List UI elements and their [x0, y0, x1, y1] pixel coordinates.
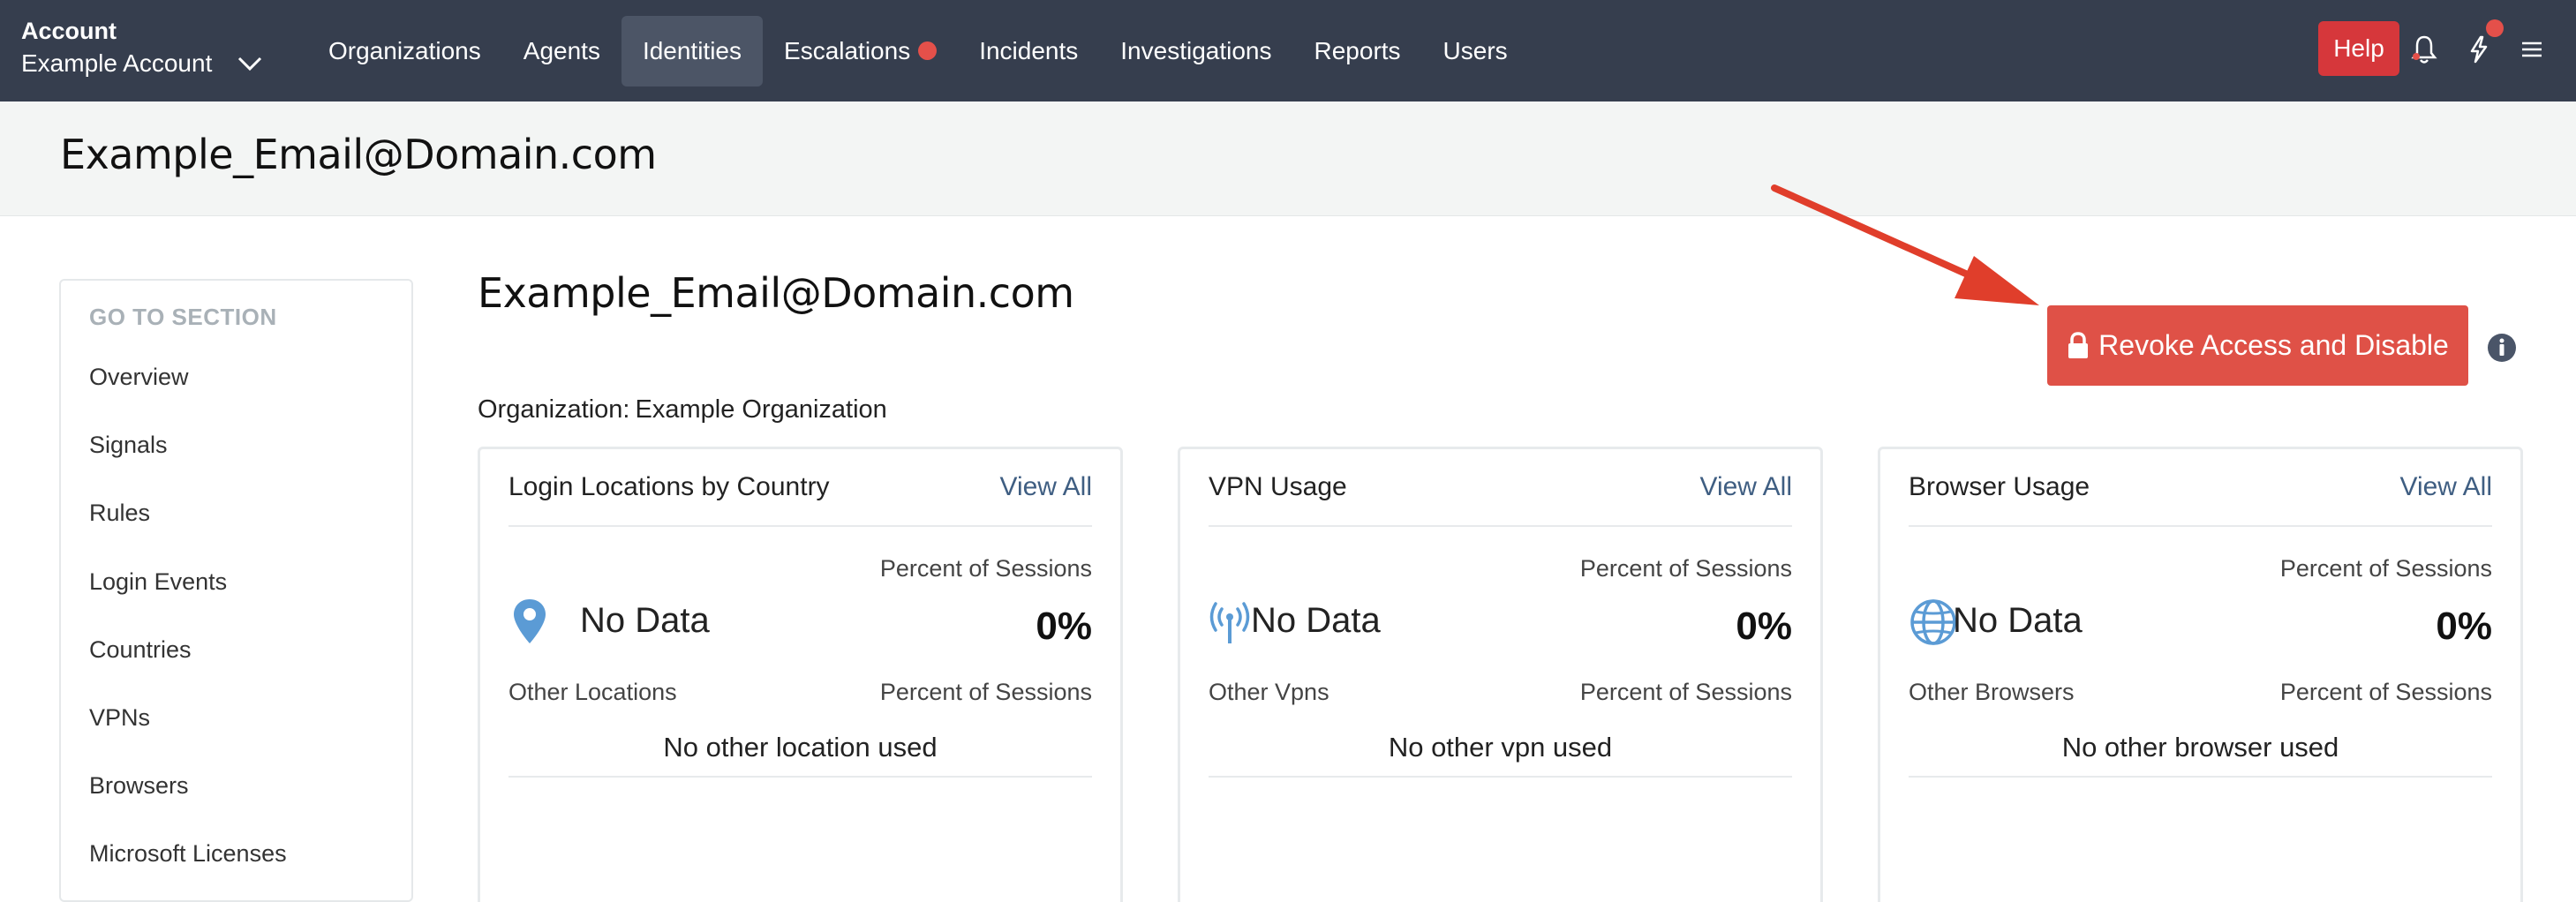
- account-switcher[interactable]: Account Example Account: [21, 16, 263, 81]
- no-data-text: No Data: [1251, 601, 1381, 640]
- nav-agents[interactable]: Agents: [502, 16, 621, 86]
- sidebar-item-overview[interactable]: Overview: [89, 364, 189, 391]
- sidebar-item-countries[interactable]: Countries: [89, 636, 192, 664]
- card-title: VPN Usage: [1209, 472, 1347, 501]
- other-label: Other Browsers: [1909, 679, 2075, 705]
- no-data-text: No Data: [580, 601, 710, 640]
- nav-identities[interactable]: Identities: [621, 15, 764, 86]
- nav-users[interactable]: Users: [1422, 16, 1529, 86]
- percent-value: 0%: [1736, 605, 1792, 648]
- sidebar-item-vpns[interactable]: VPNs: [89, 704, 150, 732]
- divider: [1909, 525, 2492, 527]
- nav-organizations[interactable]: Organizations: [307, 16, 502, 86]
- sidebar-item-rules[interactable]: Rules: [89, 500, 150, 527]
- identity-title: Example_Email@Domain.com: [478, 269, 1074, 317]
- main-nav: Organizations Agents Identities Escalati…: [307, 0, 1529, 101]
- none-used-text: No other vpn used: [1388, 732, 1613, 763]
- percent-value: 0%: [2436, 605, 2492, 648]
- organization-value: Example Organization: [635, 395, 887, 424]
- card-login-locations: Login Locations by Country View All Perc…: [478, 447, 1123, 902]
- escalations-alert-dot: [918, 41, 938, 60]
- hamburger-menu-icon[interactable]: [2518, 34, 2546, 65]
- other-label: Other Vpns: [1209, 679, 1329, 705]
- nav-incidents[interactable]: Incidents: [958, 16, 1099, 86]
- nav-reports[interactable]: Reports: [1293, 16, 1422, 86]
- sidebar-item-microsoft-licenses[interactable]: Microsoft Licenses: [89, 840, 287, 868]
- bolt-icon[interactable]: [2465, 34, 2493, 65]
- view-all-link[interactable]: View All: [2399, 472, 2492, 502]
- sidebar-item-signals[interactable]: Signals: [89, 432, 168, 459]
- view-all-link[interactable]: View All: [999, 472, 1092, 502]
- organization-line: Organization: Example Organization: [478, 395, 887, 425]
- nav-investigations[interactable]: Investigations: [1099, 16, 1292, 86]
- view-all-link[interactable]: View All: [1699, 472, 1792, 502]
- info-icon[interactable]: [2487, 333, 2517, 363]
- organization-label: Organization:: [478, 395, 630, 424]
- sidebar-title: GO TO SECTION: [89, 304, 277, 330]
- card-title: Browser Usage: [1909, 472, 2090, 501]
- antenna-icon: [1209, 602, 1250, 643]
- nav-escalations[interactable]: Escalations: [763, 16, 958, 86]
- notification-badge: [2486, 19, 2504, 37]
- other-percent-label: Percent of Sessions: [2279, 679, 2492, 705]
- card-vpn-usage: VPN Usage View All Percent of Sessions N…: [1178, 447, 1823, 902]
- none-used-text: No other location used: [663, 732, 938, 763]
- percent-label: Percent of Sessions: [2279, 555, 2492, 582]
- percent-label: Percent of Sessions: [879, 555, 1092, 582]
- none-used-text: No other browser used: [2061, 732, 2339, 763]
- card-title: Login Locations by Country: [508, 472, 830, 501]
- divider: [1209, 525, 1792, 527]
- no-data-text: No Data: [1953, 601, 2083, 640]
- bell-icon[interactable]: [2410, 34, 2438, 65]
- map-pin-icon: [514, 599, 546, 643]
- divider: [1909, 776, 2492, 778]
- revoke-access-button[interactable]: Revoke Access and Disable: [2047, 305, 2468, 386]
- divider: [508, 525, 1092, 527]
- account-value: Example Account: [21, 49, 213, 77]
- divider: [508, 776, 1092, 778]
- revoke-access-label: Revoke Access and Disable: [2098, 329, 2449, 361]
- account-label: Account: [21, 18, 117, 44]
- sidebar-item-browsers[interactable]: Browsers: [89, 772, 189, 800]
- percent-value: 0%: [1036, 605, 1092, 648]
- percent-label: Percent of Sessions: [1579, 555, 1792, 582]
- divider: [1209, 776, 1792, 778]
- help-button[interactable]: Help: [2318, 21, 2399, 76]
- top-navbar: Account Example Account Organizations Ag…: [0, 0, 2576, 101]
- page-title: Example_Email@Domain.com: [60, 131, 657, 178]
- lock-icon: [2068, 331, 2089, 358]
- card-browser-usage: Browser Usage View All Percent of Sessio…: [1878, 447, 2523, 902]
- globe-icon: [1910, 599, 1956, 645]
- other-label: Other Locations: [508, 679, 677, 705]
- other-percent-label: Percent of Sessions: [879, 679, 1092, 705]
- other-percent-label: Percent of Sessions: [1579, 679, 1792, 705]
- chevron-down-icon[interactable]: [237, 55, 263, 72]
- sidebar-item-login-events[interactable]: Login Events: [89, 568, 227, 596]
- section-sidebar: GO TO SECTION Overview Signals Rules Log…: [59, 279, 413, 902]
